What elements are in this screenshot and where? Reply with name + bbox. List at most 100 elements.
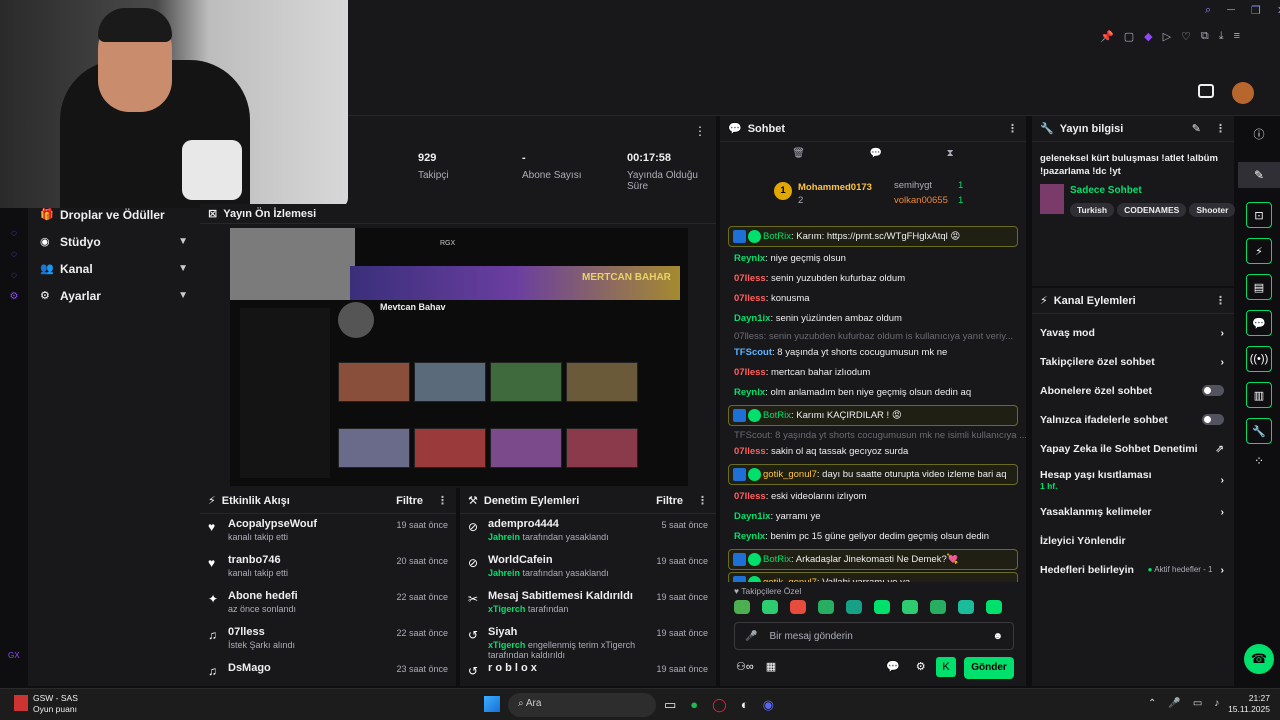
chat-username[interactable]: 07lless [734, 491, 766, 502]
chat-message-highlighted[interactable]: gotik_gonul7: Vallahi yarramı ye ya [728, 572, 1018, 582]
taskbar-search[interactable]: ⌕ Ara [508, 693, 656, 717]
moderation-row[interactable]: ✂ Mesaj Sabitlemesi Kaldırıldı xTigerch … [460, 586, 716, 622]
emote-icon[interactable] [762, 600, 778, 614]
more-icon[interactable]: ⋮ [437, 494, 448, 507]
chat-message[interactable]: 07lless: senin yuzubden kufurbaz oldum [720, 269, 1026, 289]
chat-username[interactable]: 07lless [734, 273, 766, 284]
windows-start-icon[interactable] [484, 696, 500, 712]
broadcast-icon[interactable]: ((•)) [1246, 346, 1272, 372]
nav-icon-4[interactable]: ⚙ [10, 291, 19, 302]
emote-icon[interactable] [790, 600, 806, 614]
channel-action-item[interactable]: Yavaş mod › [1032, 318, 1234, 347]
nav-icon-2[interactable]: ◌ [11, 249, 17, 260]
emote-icon[interactable] [734, 600, 750, 614]
crop-icon[interactable]: ▢ [1124, 30, 1134, 48]
activity-row[interactable]: ♫ DsMago 23 saat önce [200, 658, 456, 686]
points-icon[interactable]: ⚇∞ [736, 660, 754, 673]
chat-message[interactable]: Reynlx: benim pc 15 güne geliyor dedim g… [720, 527, 1026, 547]
chat-input[interactable]: 🎤 Bir mesaj gönderin ☻ [734, 622, 1014, 650]
bubble-icon[interactable]: 💬 [870, 148, 882, 159]
search-icon[interactable]: ⌕ [1205, 4, 1211, 17]
emote-icon[interactable] [930, 600, 946, 614]
steam-icon[interactable]: ◐ [741, 697, 749, 713]
chat-username[interactable]: BotRix [763, 410, 791, 421]
more-icon[interactable]: ⋮ [1007, 122, 1018, 135]
pencil-icon[interactable]: ✎ [1238, 162, 1280, 188]
trash-icon[interactable]: 🗑 [792, 148, 805, 159]
restore-icon[interactable]: ❐ [1251, 4, 1261, 17]
connections-icon[interactable]: ⁘ [1238, 454, 1280, 468]
stats-more-icon[interactable]: ⋮ [694, 124, 706, 138]
shop-icon[interactable]: ▦ [766, 660, 776, 673]
emote-icon[interactable] [958, 600, 974, 614]
tool-icon[interactable]: 🔧 [1246, 418, 1272, 444]
chat-username[interactable]: BotRix [763, 231, 791, 242]
moderation-row[interactable]: ↺ r o b l o x 19 saat önce [460, 658, 716, 686]
spotify-icon[interactable]: ● [690, 697, 698, 713]
channel-action-item[interactable]: İzleyici Yönlendir [1032, 526, 1234, 555]
hourglass-icon[interactable]: ⧗ [947, 148, 954, 159]
nav-icon-1[interactable]: ◌ [11, 228, 17, 239]
clock[interactable]: 21:27 15.11.2025 [1226, 693, 1270, 715]
chat-bubble-icon[interactable]: 💬 [886, 660, 900, 673]
opera-gx-icon[interactable]: ◯ [712, 697, 727, 713]
channel-action-item[interactable]: Hesap yaşı kısıtlaması 1 hf. › [1032, 463, 1234, 497]
play-icon[interactable]: ▷ [1163, 30, 1171, 48]
avatar[interactable] [1232, 82, 1254, 104]
chat-message[interactable]: TFScout: 8 yaşında yt shorts cocugumusun… [720, 343, 1026, 363]
channel-action-item[interactable]: Yasaklanmış kelimeler › [1032, 497, 1234, 526]
volume-icon[interactable]: ♪ [1214, 698, 1219, 709]
chat-username[interactable]: 07lless [734, 367, 766, 378]
preview-video[interactable]: RGX MERTCAN BAHAR Mevtcan Bahav [230, 228, 688, 486]
emoji-icon[interactable]: ☻ [992, 631, 1003, 642]
gear-icon[interactable]: ⚙ [916, 660, 926, 673]
chat-username[interactable]: gotik_gonul7 [763, 577, 817, 582]
channel-action-item[interactable]: Yapay Zeka ile Sohbet Denetimi ⇗ [1032, 434, 1234, 463]
chat-message-highlighted[interactable]: BotRix: Karım: https://prnt.sc/WTgFHglxA… [728, 226, 1018, 247]
chat-username[interactable]: BotRix [763, 554, 791, 565]
pin-icon[interactable]: 📌 [1100, 30, 1114, 48]
minimize-icon[interactable]: ─ [1227, 4, 1235, 17]
chat-message[interactable]: Reynlx: olm anlamadım ben niye geçmiş ol… [720, 383, 1026, 403]
puzzle-icon[interactable]: ⧉ [1201, 30, 1209, 48]
chat-message-highlighted[interactable]: BotRix: Karımı KAÇIRDILAR ! 😡 [728, 405, 1018, 426]
chat-message[interactable]: 07lless: sakin ol aq tassak gecıyoz surd… [720, 442, 1026, 462]
chat-username[interactable]: Reynlx [734, 531, 765, 542]
support-icon[interactable]: ☎ [1244, 644, 1274, 674]
category-link[interactable]: Sadece Sohbet [1070, 185, 1142, 196]
moderation-row[interactable]: ↺ Siyah xTigerch engellenmiş terim xTige… [460, 622, 716, 660]
more-icon[interactable]: ⋮ [697, 494, 708, 507]
emote-icon[interactable] [818, 600, 834, 614]
info-icon[interactable]: ⓘ [1238, 126, 1280, 142]
emote-icon[interactable] [902, 600, 918, 614]
edit-icon[interactable]: ✎ [1192, 122, 1201, 135]
chat-message[interactable]: 07lless: eski videolarını izlıyom [720, 487, 1026, 507]
chat-username[interactable]: gotik_gonul7 [763, 469, 817, 480]
chat-username[interactable]: Dayn1ix [734, 313, 770, 324]
game-widget[interactable]: GSW - SAS Oyun puanı [33, 693, 78, 715]
chat-message[interactable]: 07lless: mertcan bahar izlıodum [720, 363, 1026, 383]
chevron-up-icon[interactable]: ⌃ [1148, 698, 1156, 709]
chat-username[interactable]: Dayn1ix [734, 511, 770, 522]
chat-message[interactable]: Dayn1ix: senin yüzünden ambaz oldum [720, 309, 1026, 329]
download-icon[interactable]: ⤓ [1219, 30, 1224, 48]
tag-chip[interactable]: CODENAMES [1117, 203, 1187, 217]
chat-message-highlighted[interactable]: gotik_gonul7: dayı bu saatte oturupta vi… [728, 464, 1018, 485]
layout-icon[interactable]: ▥ [1246, 382, 1272, 408]
emote-icon[interactable] [874, 600, 890, 614]
activity-row[interactable]: ♫ 07lless İstek Şarkı alındı 22 saat önc… [200, 622, 456, 658]
sidebar-item-settings[interactable]: ⚙ Ayarlar ▼ [28, 282, 200, 309]
heart-icon[interactable]: ♡ [1181, 30, 1191, 48]
nav-icon-3[interactable]: ◌ [11, 270, 17, 281]
chat-message-highlighted[interactable]: BotRix: Arkadaşlar Jinekomasti Ne Demek?… [728, 549, 1018, 570]
chat-bubble-icon[interactable]: 💬 [1246, 310, 1272, 336]
activity-row[interactable]: ✦ Abone hedefi az önce sonlandı 22 saat … [200, 586, 456, 622]
tag-chip[interactable]: Turkish [1070, 203, 1115, 217]
chat-username[interactable]: Reynlx [734, 253, 765, 264]
tag-chip[interactable]: Shooter [1189, 203, 1236, 217]
mic-icon[interactable]: 🎤 [745, 631, 757, 642]
discord-icon[interactable]: ◉ [763, 697, 774, 713]
chat-username[interactable]: 07lless [734, 293, 766, 304]
menu-icon[interactable]: ≡ [1234, 30, 1240, 48]
emote-icon[interactable] [846, 600, 862, 614]
